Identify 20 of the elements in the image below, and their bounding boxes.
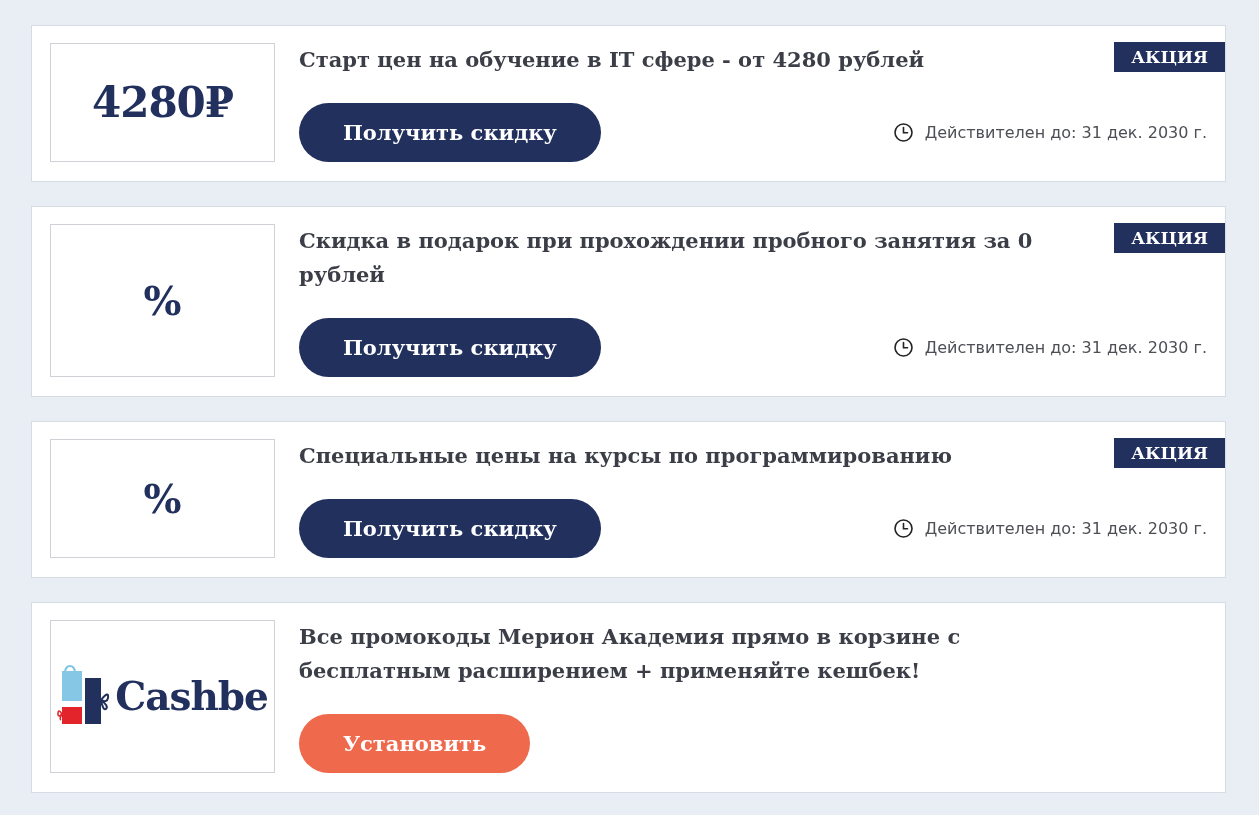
clock-icon [893, 338, 913, 357]
clock-icon [893, 519, 913, 538]
offer-title: Все промокоды Мерион Академия прямо в корзине с бесплатным расширением + применяйте кешбек! [299, 623, 962, 685]
get-discount-button[interactable]: Получить скидку [299, 499, 601, 558]
get-discount-button[interactable]: Получить скидку [299, 318, 601, 377]
validity-date: Действителен до: 31 дек. 2030 г. [924, 518, 1207, 539]
promo-badge: АКЦИЯ [1114, 42, 1225, 72]
promo-badge: АКЦИЯ [1114, 223, 1225, 253]
brand-logo-text: Cashbe [115, 677, 268, 716]
logo-text: 4280₽ [91, 81, 234, 124]
clock-icon [893, 123, 913, 142]
offer-title: Специальные цены на курсы по программированию [299, 442, 953, 470]
get-discount-button[interactable]: Получить скидку [299, 103, 601, 162]
offer-title: Скидка в подарок при прохождении пробного занятия за 0 рублей [299, 227, 1034, 289]
validity-date: Действителен до: 31 дек. 2030 г. [924, 337, 1207, 358]
promo-badge: АКЦИЯ [1114, 438, 1225, 468]
validity-date: Действителен до: 31 дек. 2030 г. [924, 122, 1207, 143]
logo-text: % [143, 478, 182, 519]
offer-title: Старт цен на обучение в IT сфере - от 4280 рублей [299, 46, 926, 74]
logo-text: % [143, 280, 182, 321]
